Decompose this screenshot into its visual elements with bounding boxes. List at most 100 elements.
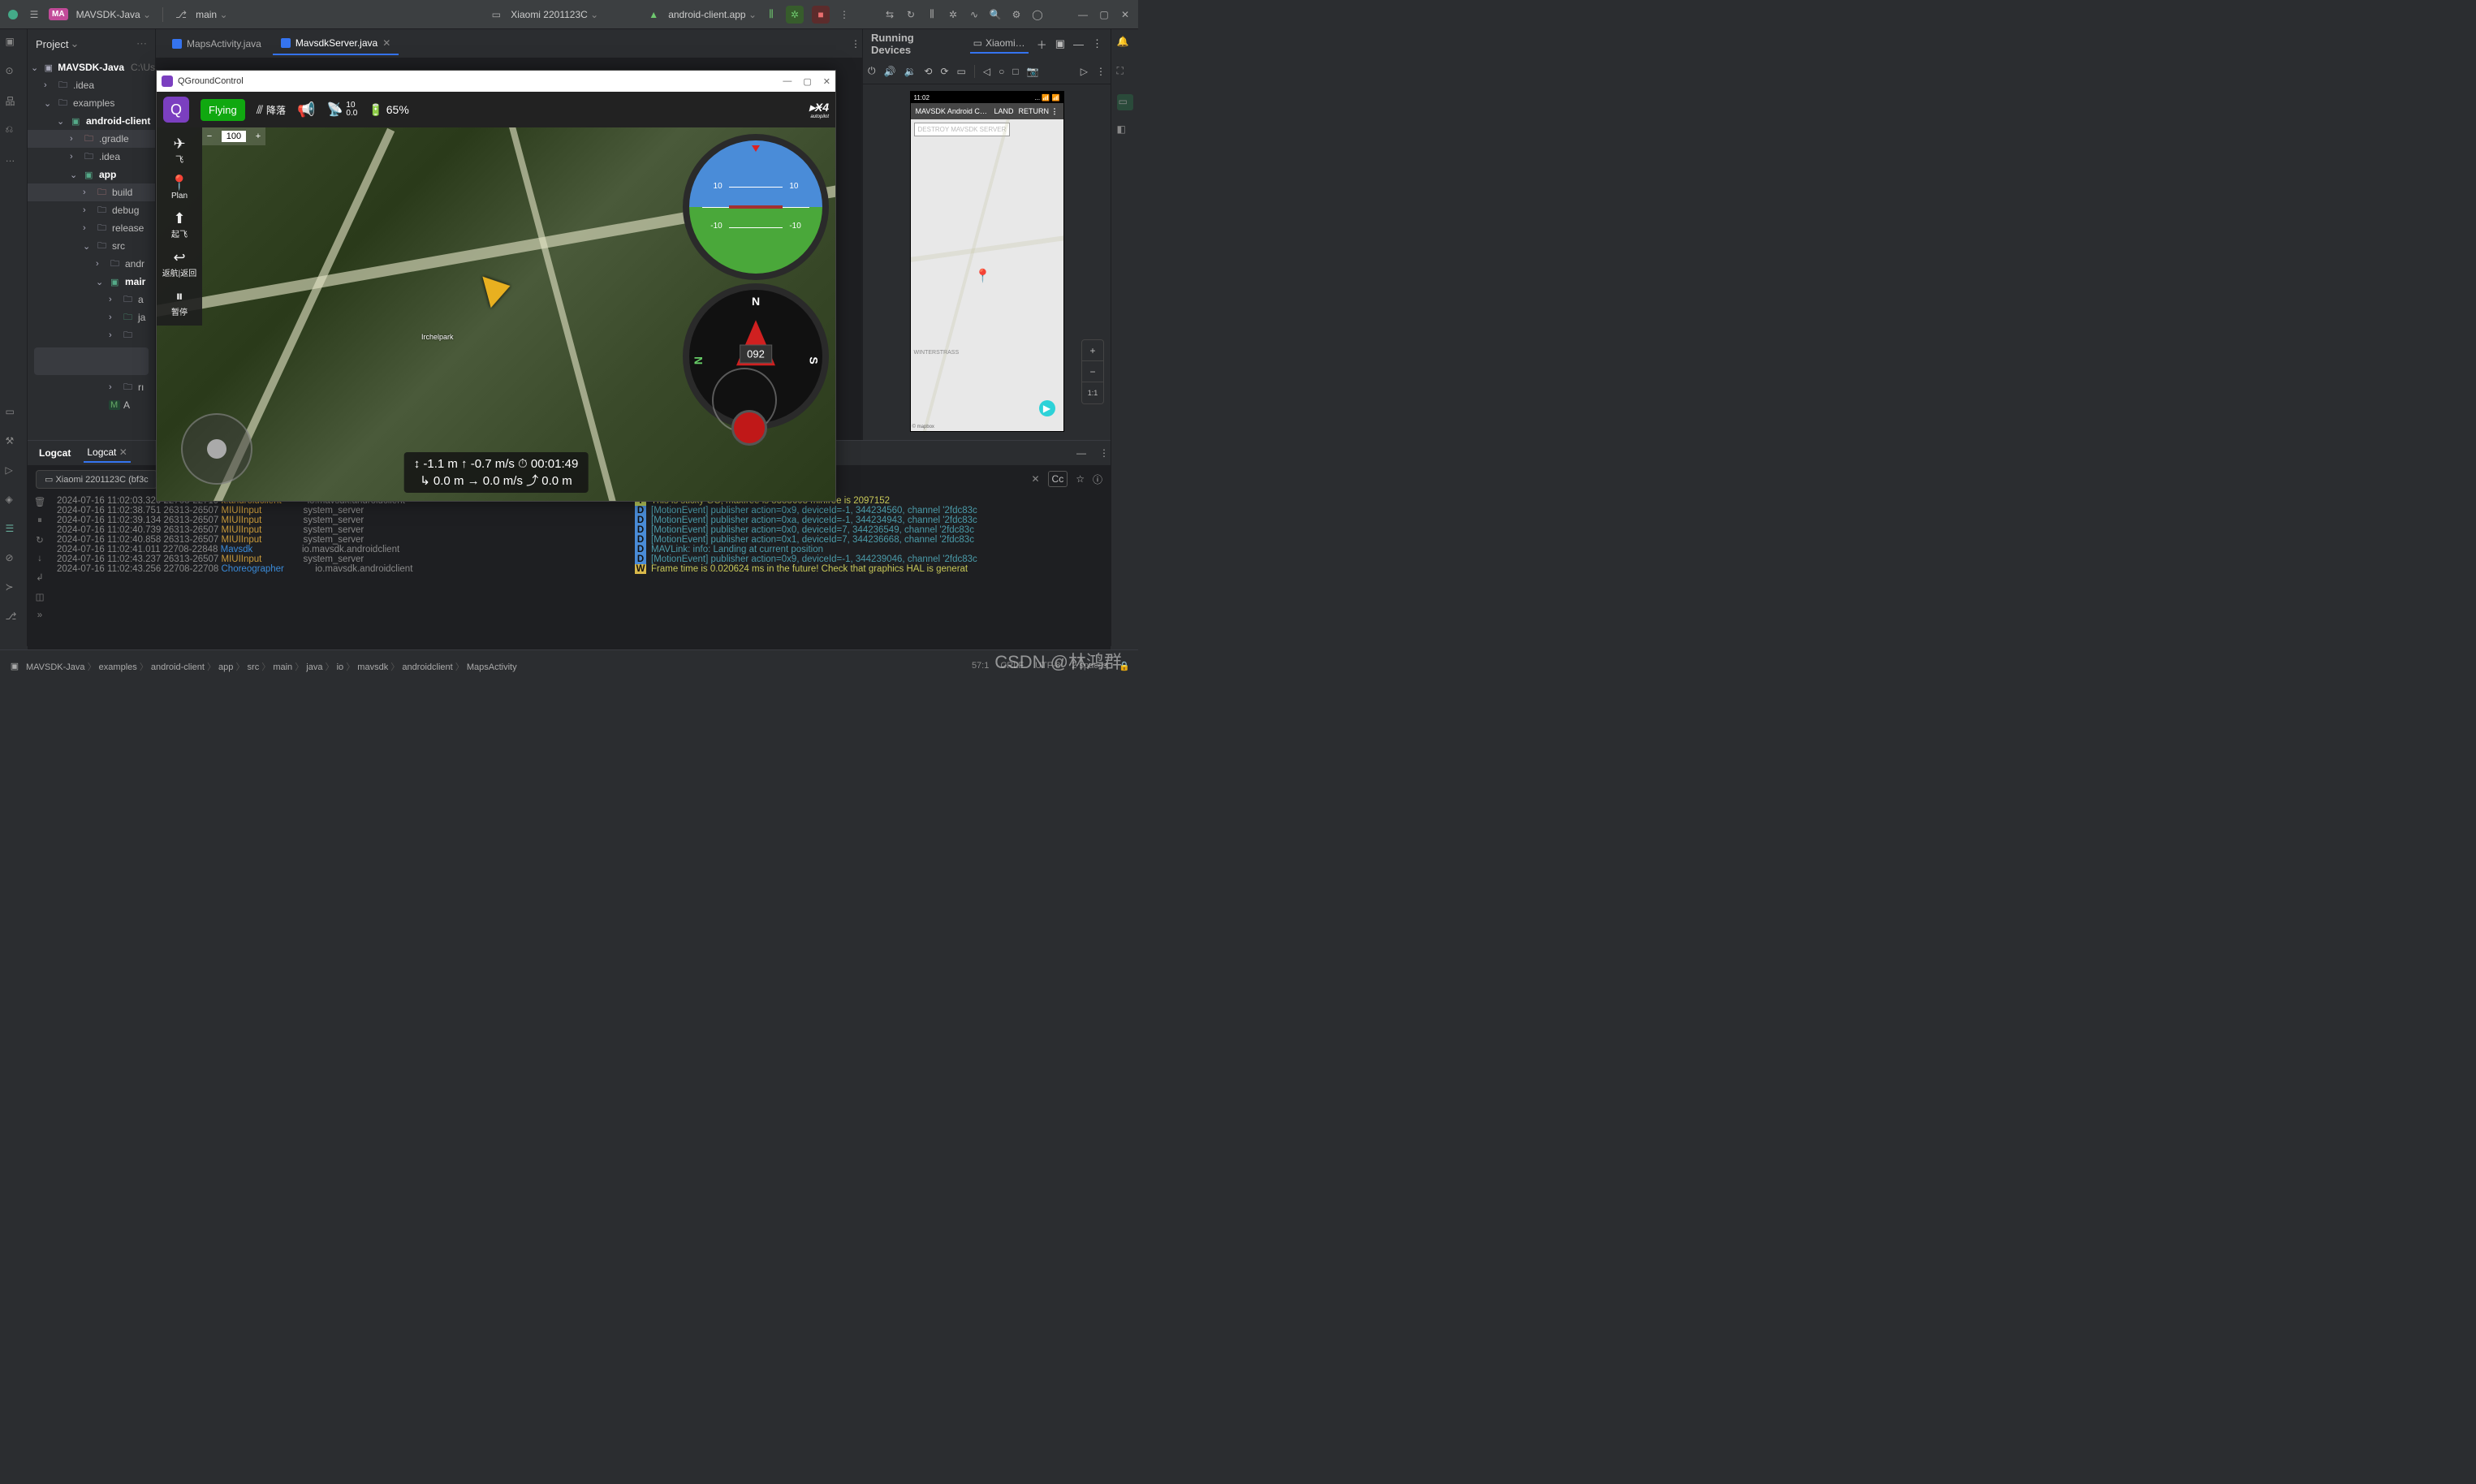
qgc-megaphone-icon[interactable]: 📢 [297, 101, 315, 119]
more-tools-icon[interactable]: … [6, 153, 22, 169]
phone-fab-button[interactable]: ▶ [1039, 400, 1055, 416]
readonly-icon[interactable]: 🔒 [1119, 661, 1130, 671]
device-zoom-out[interactable]: − [1082, 361, 1103, 382]
tree-andr[interactable]: ›🗀andr [28, 255, 155, 273]
tab-mavsdk-server[interactable]: MavsdkServer.java✕ [273, 32, 399, 55]
bug-icon[interactable]: ✲ [947, 8, 960, 21]
qgc-plan-button[interactable]: 📍Plan [170, 171, 188, 204]
window-close-icon[interactable]: ✕ [1119, 8, 1132, 21]
tree-search-bar[interactable] [34, 347, 149, 375]
line-sep[interactable]: CRLF [1000, 661, 1024, 671]
screenshot-icon[interactable]: 📷 [1027, 66, 1039, 77]
device-mirror[interactable]: 11:02... 📶 📶 MAVSDK Android C… LANDRETUR… [910, 91, 1064, 432]
run-config-selector[interactable]: android-client.app [668, 9, 757, 20]
qgc-battery-status[interactable]: 🔋65% [369, 103, 408, 117]
logcat-min-icon[interactable]: — [1075, 446, 1088, 459]
next-icon[interactable]: ▷ [1081, 66, 1088, 77]
status-tool-icon[interactable]: ▣ [8, 660, 21, 673]
qgc-gps-status[interactable]: 📡100.0 [326, 101, 357, 118]
tree-examples[interactable]: ⌄🗀examples [28, 94, 155, 112]
logcat-more-icon[interactable]: ⋮ [1098, 446, 1111, 459]
qgc-logo-icon[interactable]: Q [163, 97, 189, 123]
pause-log-icon[interactable]: ⏸ [37, 516, 42, 526]
run-stats-icon[interactable]: ⫼ [765, 8, 778, 21]
rm-tool-icon[interactable]: ⎌ [6, 123, 22, 140]
qgc-fly-status[interactable]: Flying [201, 99, 245, 121]
android-studio-icon[interactable] [6, 8, 19, 21]
phone-menu-icon[interactable]: ⋮ [1051, 107, 1059, 115]
structure-tool-icon[interactable]: 品 [6, 94, 22, 110]
tool-icon-2[interactable]: ↻ [904, 8, 917, 21]
tree-a[interactable]: ›🗀a [28, 291, 155, 308]
home-icon[interactable]: ○ [999, 66, 1004, 77]
bookmarks-icon[interactable]: ▭ [6, 406, 22, 422]
project-tool-icon[interactable]: ▣ [6, 36, 22, 52]
window-maximize-icon[interactable]: ▢ [1098, 8, 1111, 21]
panel-more-icon[interactable]: ⋮ [1092, 37, 1102, 50]
qgc-minimize-icon[interactable]: — [783, 76, 792, 87]
logcat-device-selector[interactable]: ▭ Xiaomi 2201123C (bf3c [36, 470, 157, 489]
device-zoom-in[interactable]: + [1082, 340, 1103, 361]
vcs-branch-icon[interactable]: ⎇ [175, 8, 188, 21]
restart-log-icon[interactable]: ↻ [36, 534, 44, 546]
rotate-right-icon[interactable]: ⟳ [940, 66, 948, 77]
overview-icon[interactable]: □ [1012, 66, 1018, 77]
filter-close-icon[interactable]: ✕ [1031, 473, 1039, 485]
device-more-icon[interactable]: ⋮ [1096, 66, 1106, 77]
qgc-land-button[interactable]: ⫻降落 [257, 103, 286, 117]
caret-position[interactable]: 57:1 [972, 661, 989, 671]
device-frame-icon[interactable]: ▭ [957, 66, 966, 77]
build-icon[interactable]: ⚒ [6, 435, 22, 451]
qgc-rtl-button[interactable]: ↩返航|返回 [162, 246, 197, 282]
soft-wrap-icon[interactable]: ↲ [36, 572, 44, 583]
back-icon[interactable]: ◁ [983, 66, 990, 77]
tree-main[interactable]: ⌄▣mair [28, 273, 155, 291]
filter-help-icon[interactable]: ⓘ [1093, 472, 1102, 486]
problems-icon[interactable]: ⊘ [6, 552, 22, 568]
commit-tool-icon[interactable]: ⊙ [6, 65, 22, 81]
record-button[interactable] [731, 410, 767, 446]
tab-more-icon[interactable]: ⋮ [849, 37, 862, 50]
running-device-tab[interactable]: ▭Xiaomi… [970, 34, 1029, 54]
tool-icon-3[interactable]: ⫼ [925, 8, 938, 21]
tree-release[interactable]: ›🗀release [28, 219, 155, 237]
qgc-titlebar[interactable]: QGroundControl — ▢ ✕ [157, 71, 835, 92]
clear-log-icon[interactable]: 🗑 [34, 496, 46, 507]
account-icon[interactable]: ◯ [1031, 8, 1044, 21]
qgc-maximize-icon[interactable]: ▢ [803, 76, 811, 87]
profiler-icon[interactable]: ∿ [968, 8, 981, 21]
vcs-tool-icon[interactable]: ⎇ [6, 610, 22, 627]
vol-up-icon[interactable]: 🔊 [884, 66, 896, 77]
tree-ritem[interactable]: ›🗀rı [28, 378, 155, 396]
debug-button[interactable]: ✲ [786, 6, 804, 24]
scroll-end-icon[interactable]: ↓ [37, 554, 42, 563]
tab-maps-activity[interactable]: MapsActivity.java [164, 33, 270, 54]
tree-ja[interactable]: ›🗀ja [28, 308, 155, 326]
qgc-map-view[interactable]: Irchelpark ✈飞 📍Plan ⬆起飞 ↩返航|返回 ⏸暂停 − 100… [157, 127, 835, 501]
logcat-tool-icon[interactable]: ☰ [6, 523, 22, 539]
terminal-icon[interactable]: ≻ [6, 581, 22, 597]
debug-tool-icon[interactable]: ◈ [6, 494, 22, 510]
hamburger-icon[interactable]: ☰ [28, 8, 41, 21]
qgc-pause-button[interactable]: ⏸暂停 [171, 285, 188, 321]
tree-android-client[interactable]: ⌄▣android-client [28, 112, 155, 130]
device-selector[interactable]: Xiaomi 2201123C [511, 9, 598, 20]
tree-gradle[interactable]: ›🗀.gradle [28, 130, 155, 148]
indent[interactable]: 2 spaces [1072, 661, 1107, 671]
breadcrumbs[interactable]: MAVSDK-Javaexamplesandroid-clientappsrcm… [26, 660, 517, 673]
add-device-icon[interactable]: ＋ [1037, 37, 1047, 52]
tree-src[interactable]: ⌄🗀src [28, 237, 155, 255]
panel-layout-icon[interactable]: ▣ [1055, 37, 1065, 50]
project-panel-header[interactable]: Project ⌄ ⋯ [28, 29, 155, 58]
encoding[interactable]: UTF-8 [1035, 661, 1060, 671]
logcat-tab[interactable]: Logcat ✕ [84, 443, 130, 463]
tree-root[interactable]: ⌄▣MAVSDK-Java C:\Us [28, 58, 155, 76]
settings-icon[interactable]: ⚙ [1010, 8, 1023, 21]
tree-idea[interactable]: ›🗀.idea [28, 76, 155, 94]
tool-icon-1[interactable]: ⇆ [883, 8, 896, 21]
close-tab-icon[interactable]: ✕ [382, 37, 390, 49]
filter-fav-icon[interactable]: ☆ [1076, 473, 1085, 485]
project-badge[interactable]: MA [49, 8, 68, 20]
tree-idea2[interactable]: ›🗀.idea [28, 148, 155, 166]
run-tool-icon[interactable]: ▷ [6, 464, 22, 481]
